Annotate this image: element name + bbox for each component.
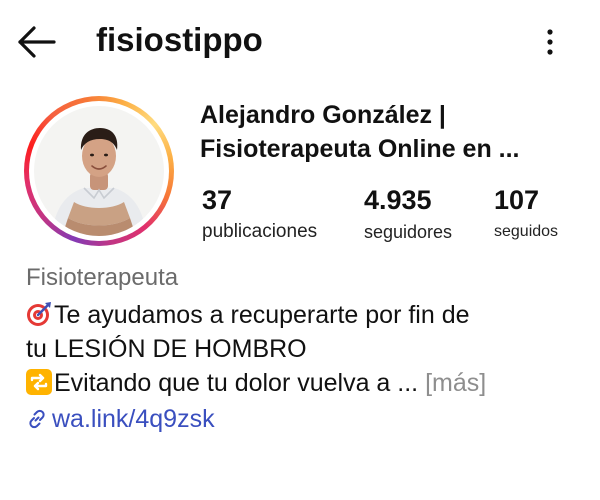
- following-count: 107: [494, 185, 540, 215]
- stat-posts[interactable]: 37 publicaciones: [202, 182, 317, 246]
- bio-line-1: Te ayudamos a recuperarte por fin de: [26, 298, 586, 332]
- following-label: seguidos: [494, 223, 559, 240]
- display-name-line-1: Alejandro González |: [200, 101, 446, 129]
- bio-line-3-text: Evitando que tu dolor vuelva a ...: [54, 369, 426, 397]
- back-button[interactable]: [14, 22, 60, 62]
- avatar-story-ring[interactable]: [24, 96, 174, 246]
- display-name-line-2: Fisioterapeuta Online en ...: [200, 135, 520, 163]
- posts-count: 37: [202, 185, 233, 215]
- more-options-button[interactable]: [530, 22, 570, 62]
- stat-following[interactable]: 107 seguidos: [494, 182, 558, 246]
- profile-link[interactable]: wa.link/4q9zsk: [26, 402, 215, 436]
- repeat-icon: [26, 369, 52, 395]
- bio-line-3: Evitando que tu dolor vuelva a ... [más]: [26, 366, 586, 400]
- followers-label: seguidores: [364, 222, 453, 242]
- profile-header: fisiostippo: [0, 0, 600, 88]
- followers-count: 4.935: [364, 185, 432, 215]
- profile-category: Fisioterapeuta: [26, 264, 179, 291]
- bio-line-2: tu LESIÓN DE HOMBRO: [26, 335, 307, 363]
- profile-bio: Te ayudamos a recuperarte por fin de tu …: [26, 298, 586, 400]
- avatar-gap: [29, 101, 169, 241]
- arrow-left-icon: [18, 26, 56, 58]
- link-icon: [26, 405, 48, 429]
- profile-display-name: Alejandro González | Fisioterapeuta Onli…: [200, 98, 592, 166]
- avatar-person-illustration: [34, 106, 164, 236]
- target-icon: [26, 301, 52, 327]
- avatar: [34, 106, 164, 236]
- more-vertical-icon: [547, 29, 553, 55]
- posts-label: publicaciones: [202, 221, 318, 242]
- stat-followers[interactable]: 4.935 seguidores: [364, 182, 452, 246]
- bio-line-1-text: Te ayudamos a recuperarte por fin de: [54, 301, 470, 329]
- profile-username: fisiostippo: [96, 21, 263, 58]
- bio-more-link[interactable]: [más]: [425, 369, 486, 397]
- profile-link-text: wa.link/4q9zsk: [52, 405, 215, 433]
